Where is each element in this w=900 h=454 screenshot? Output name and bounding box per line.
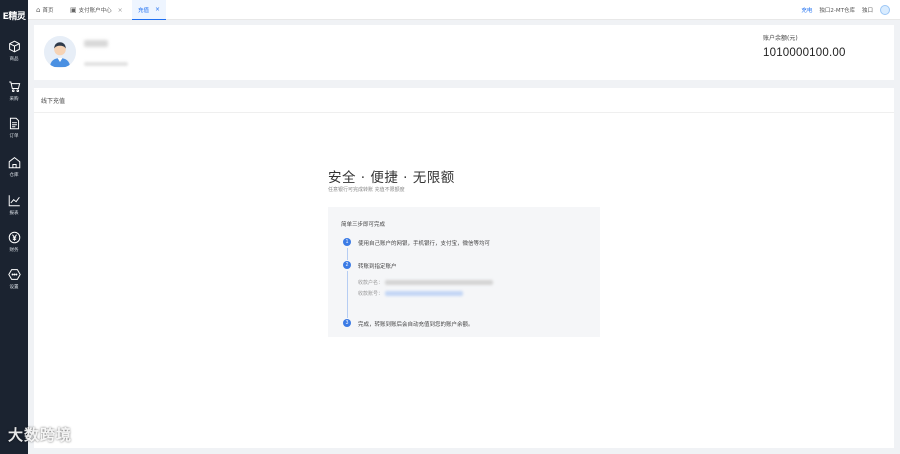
payee-account-label: 收款账号： bbox=[358, 291, 384, 297]
sidebar-item-settings[interactable]: 设置 bbox=[0, 268, 28, 290]
shop-selector[interactable]: 独口2-MT仓库 bbox=[819, 6, 855, 14]
top-right-area: 充电 独口2-MT仓库 独口 bbox=[801, 0, 890, 20]
hero-subtitle: 任意银行可完成转账 充值不限额度 bbox=[328, 187, 405, 193]
sidebar-item-label: 订单 bbox=[9, 133, 19, 139]
account-name-redacted bbox=[84, 40, 108, 47]
payee-name-label: 收款户名： bbox=[358, 280, 384, 286]
sidebar-item-label: 商品 bbox=[9, 56, 19, 62]
hero-title: 安全 · 便捷 · 无限额 bbox=[328, 170, 455, 186]
divider bbox=[34, 112, 894, 113]
tab-home[interactable]: ⌂ 首页 bbox=[36, 0, 53, 20]
sidebar-item-label: 报表 bbox=[9, 210, 19, 216]
account-id-redacted bbox=[84, 62, 128, 66]
step-text: 完成，转账到账后会自动充值到您的账户余额。 bbox=[358, 322, 474, 328]
sidebar-item-reports[interactable]: 报表 bbox=[0, 194, 28, 216]
sidebar-item-products[interactable]: 商品 bbox=[0, 40, 28, 62]
step-number: 1 bbox=[343, 238, 351, 246]
sidebar-item-label: 财务 bbox=[9, 247, 19, 253]
payee-name-redacted bbox=[385, 280, 493, 285]
sidebar-item-label: 采购 bbox=[9, 96, 19, 102]
cube-icon bbox=[8, 40, 20, 53]
steps-heading: 简单三步即可完成 bbox=[341, 222, 386, 228]
account-card: 账户余额(元) 1010000100.00 bbox=[34, 25, 894, 80]
balance-value: 1010000100.00 bbox=[763, 47, 846, 59]
warehouse-icon bbox=[8, 157, 20, 169]
chart-icon bbox=[8, 195, 20, 207]
tab-label: 支付账户中心 bbox=[78, 8, 112, 14]
section-title: 线下充值 bbox=[41, 98, 66, 105]
sidebar-item-orders[interactable]: 订单 bbox=[0, 117, 28, 139]
step-connector bbox=[346, 271, 348, 318]
step-number: 2 bbox=[343, 261, 351, 269]
balance-label: 账户余额(元) bbox=[763, 35, 798, 42]
tab-payment-account-center[interactable]: ▣ 支付账户中心 × bbox=[70, 0, 123, 20]
account-card-icon: ▣ bbox=[70, 6, 77, 14]
tab-label: 首页 bbox=[42, 8, 54, 14]
app-logo: E精灵 bbox=[2, 11, 26, 22]
step-number: 3 bbox=[343, 319, 351, 327]
watermark-logo: 大数跨境 bbox=[8, 426, 73, 444]
tab-recharge[interactable]: 充值 × bbox=[132, 0, 167, 20]
settings-icon bbox=[7, 269, 21, 280]
sidebar-item-label: 仓库 bbox=[9, 172, 19, 178]
top-bar: ⌂ 首页 ▣ 支付账户中心 × 充值 × 充电 独口2-MT仓库 独口 bbox=[28, 0, 900, 20]
document-icon bbox=[9, 117, 19, 130]
home-icon: ⌂ bbox=[36, 6, 41, 14]
cart-icon bbox=[8, 81, 20, 93]
recharge-panel: 线下充值 安全 · 便捷 · 无限额 任意银行可完成转账 充值不限额度 简单三步… bbox=[34, 88, 894, 448]
steps-box: 简单三步即可完成 1 使用自己账户的网银，手机银行，支付宝，微信等均可 2 转账… bbox=[328, 207, 600, 337]
sidebar-item-label: 设置 bbox=[9, 284, 19, 290]
close-icon[interactable]: × bbox=[118, 7, 123, 14]
avatar bbox=[44, 36, 76, 68]
sidebar: E精灵 商品 采购 订单 仓库 报表 财务 设置 bbox=[0, 0, 28, 454]
user-avatar-icon bbox=[44, 36, 76, 68]
step-text: 使用自己账户的网银，手机银行，支付宝，微信等均可 bbox=[358, 241, 491, 247]
sidebar-item-warehouse[interactable]: 仓库 bbox=[0, 156, 28, 178]
recharge-link[interactable]: 充电 bbox=[801, 6, 812, 14]
tab-label: 充值 bbox=[138, 7, 150, 14]
user-name[interactable]: 独口 bbox=[862, 6, 873, 14]
yen-icon bbox=[8, 231, 20, 244]
payee-account-redacted bbox=[385, 291, 463, 296]
close-icon[interactable]: × bbox=[155, 6, 160, 13]
sidebar-item-purchase[interactable]: 采购 bbox=[0, 80, 28, 102]
avatar[interactable] bbox=[880, 5, 890, 15]
step-text: 转账到指定账户 bbox=[358, 264, 397, 270]
step-connector bbox=[346, 248, 348, 260]
sidebar-item-finance[interactable]: 财务 bbox=[0, 231, 28, 253]
